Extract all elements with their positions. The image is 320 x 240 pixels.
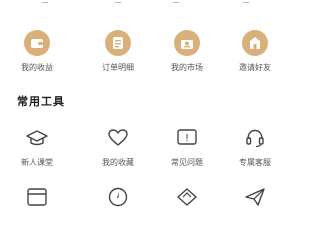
- top-row-label-2: —: [114, 0, 122, 6]
- invite-house-icon: [242, 30, 268, 56]
- invite-friends-label: 邀请好友: [239, 63, 271, 72]
- newbie-class-button[interactable]: 新人课堂: [7, 125, 67, 168]
- my-earnings-button[interactable]: 我的收益: [7, 30, 67, 73]
- tool-send-button[interactable]: [225, 184, 285, 210]
- tool-compass-button[interactable]: [88, 184, 148, 210]
- my-favorites-label: 我的收藏: [102, 158, 134, 167]
- order-details-label: 订单明细: [102, 63, 134, 72]
- faq-button[interactable]: ! 常见问题: [157, 125, 217, 168]
- tool-window-button[interactable]: [7, 184, 67, 210]
- question-icon: !: [174, 125, 200, 151]
- headset-icon: [242, 125, 268, 151]
- order-details-button[interactable]: 订单明细: [88, 30, 148, 73]
- compass-icon: [105, 184, 131, 210]
- newbie-class-label: 新人课堂: [21, 158, 53, 167]
- my-favorites-button[interactable]: 我的收藏: [88, 125, 148, 168]
- top-row-label-4: —: [242, 0, 250, 6]
- top-row-label-3: —: [172, 0, 180, 6]
- graduation-cap-icon: [24, 125, 50, 151]
- my-market-label: 我的市场: [171, 63, 203, 72]
- order-detail-icon: [105, 30, 131, 56]
- faq-label: 常见问题: [171, 158, 203, 167]
- diamond-icon: [174, 184, 200, 210]
- window-icon: [24, 184, 50, 210]
- svg-text:!: !: [185, 133, 189, 144]
- tools-section-title: 常用工具: [17, 95, 65, 108]
- tool-diamond-button[interactable]: [157, 184, 217, 210]
- customer-service-button[interactable]: 专属客服: [225, 125, 285, 168]
- top-row-label-1: —: [41, 0, 49, 6]
- send-icon: [242, 184, 268, 210]
- wallet-icon: [24, 30, 50, 56]
- heart-icon: [105, 125, 131, 151]
- my-earnings-label: 我的收益: [21, 63, 53, 72]
- my-market-button[interactable]: 我的市场: [157, 30, 217, 73]
- market-icon: [174, 30, 200, 56]
- customer-service-label: 专属客服: [239, 158, 271, 167]
- top-row-cropped: — — — —: [0, 0, 300, 8]
- invite-friends-button[interactable]: 邀请好友: [225, 30, 285, 73]
